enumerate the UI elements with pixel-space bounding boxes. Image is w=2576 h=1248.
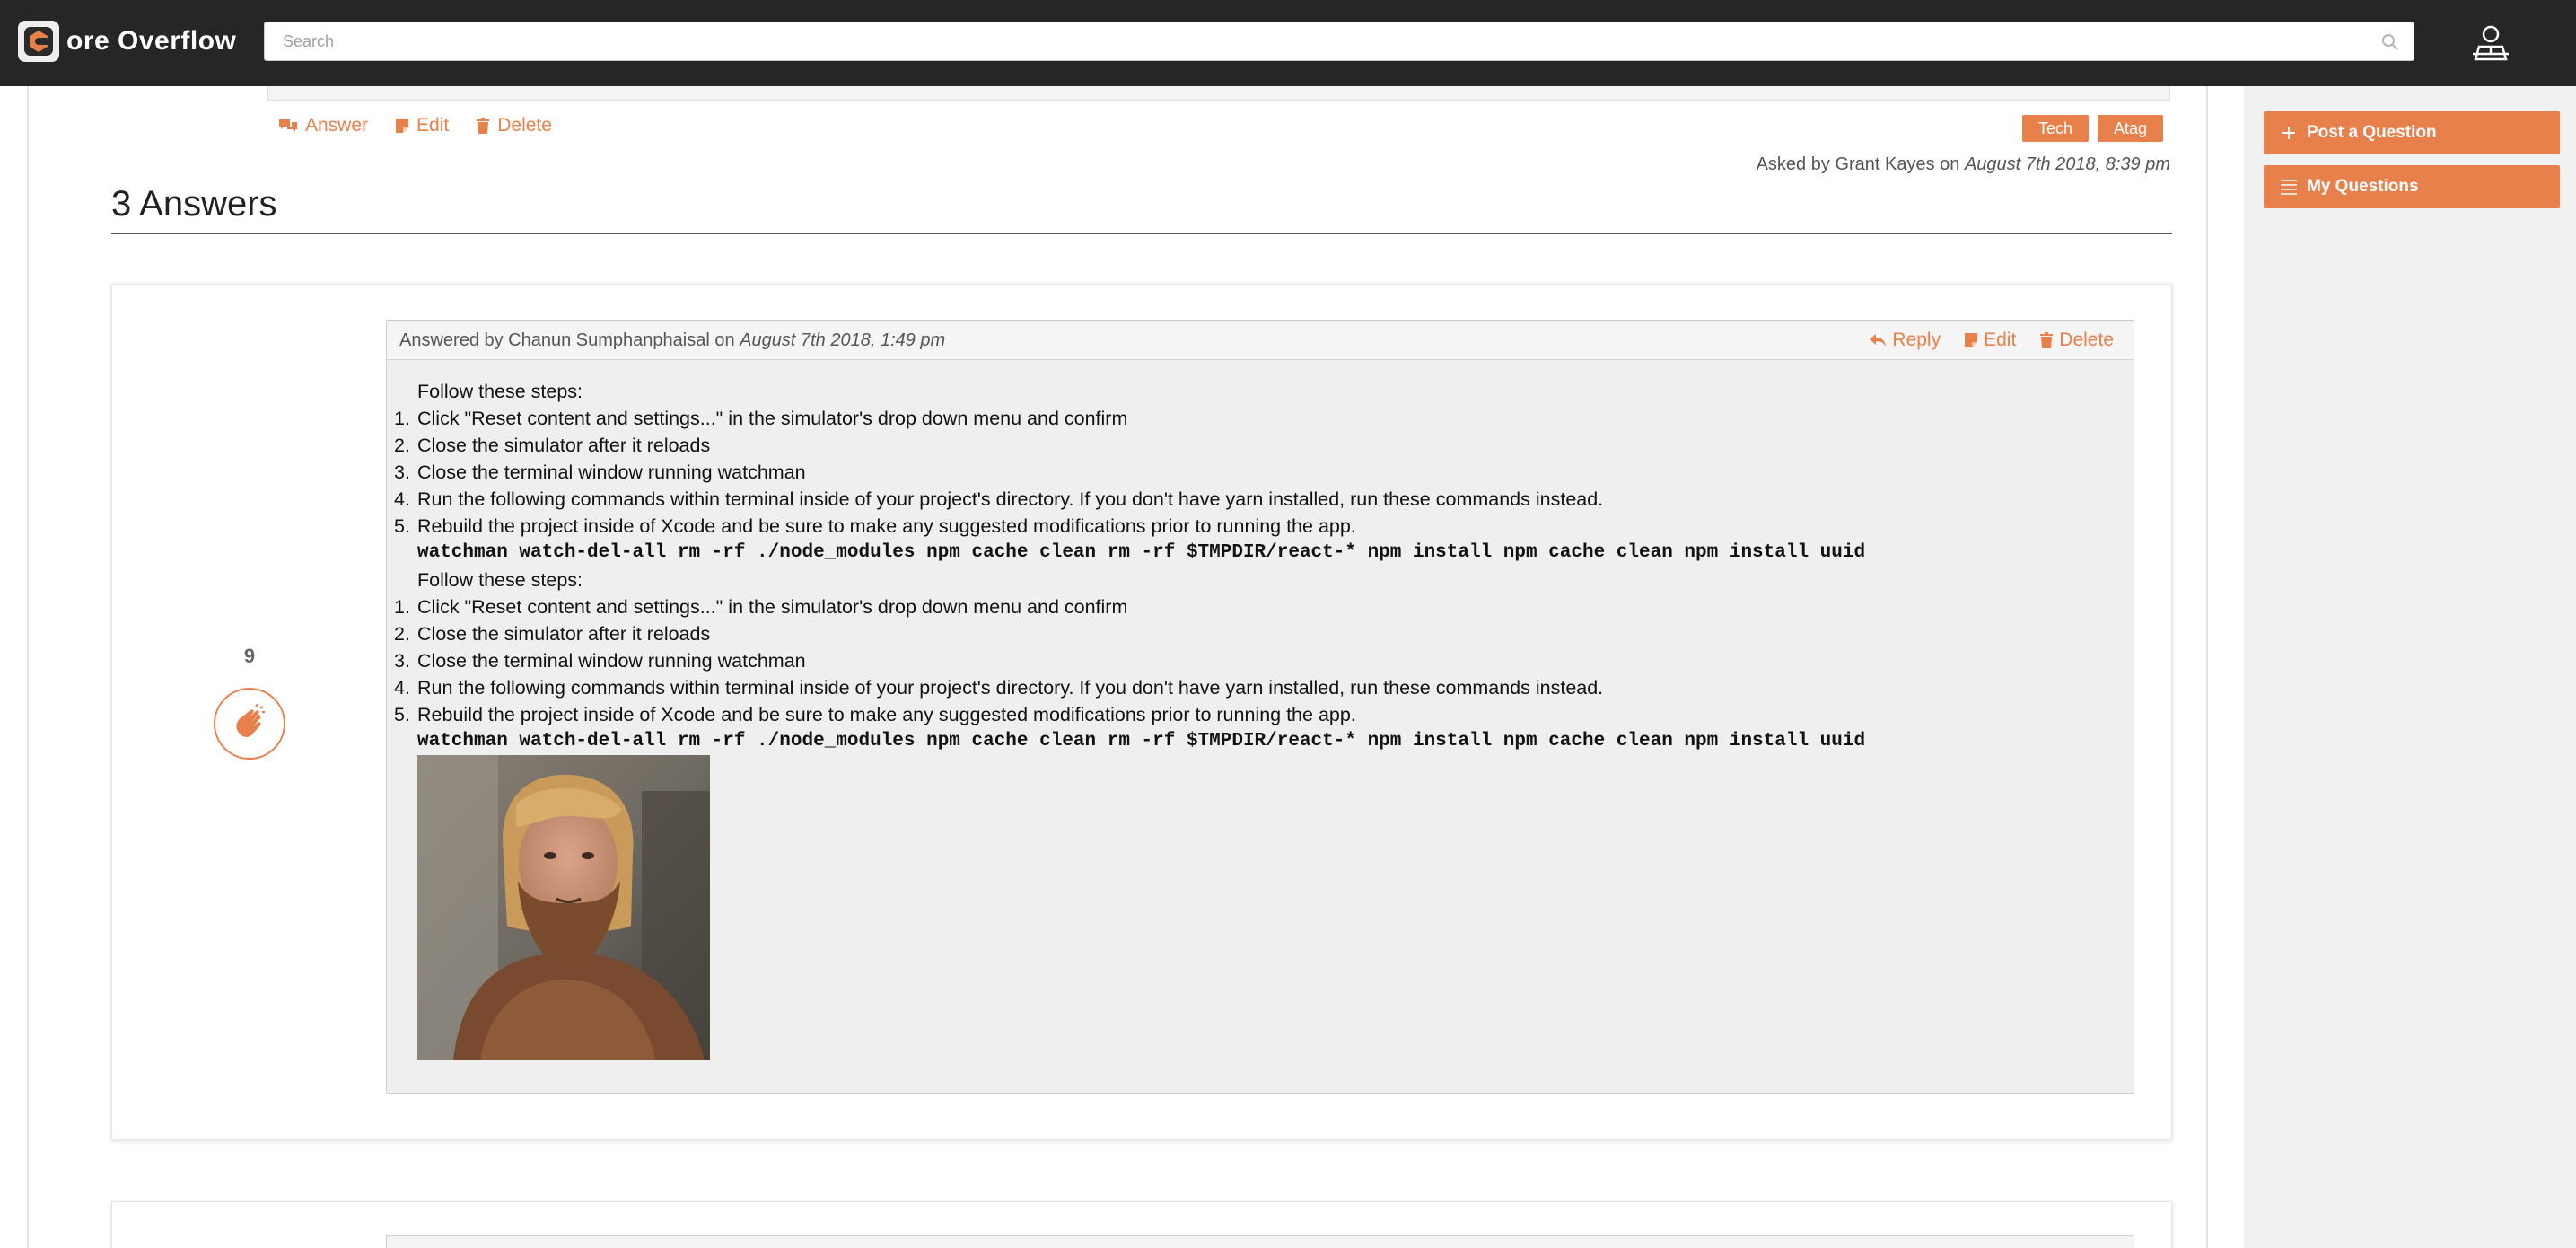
step-text: Close the simulator after it reloads [417, 623, 711, 645]
plus-icon [2271, 126, 2307, 140]
asked-by-label: Asked by Grant Kayes on [1756, 154, 1960, 174]
tag-atag[interactable]: Atag [2097, 115, 2163, 142]
step-text: Run the following commands within termin… [417, 488, 1604, 510]
clap-icon [236, 703, 265, 737]
step-number: 4. [394, 488, 410, 510]
top-navbar: ore Overflow [0, 0, 2576, 86]
answer-body: Follow these steps: 1. Click "Reset conte… [387, 378, 1865, 755]
answer-step: 4. Run the following commands within term… [387, 674, 1865, 701]
my-questions-button[interactable]: My Questions [2264, 165, 2560, 208]
brand-name: ore Overflow [66, 26, 237, 56]
answer-step: 1. Click "Reset content and settings..." … [387, 405, 1865, 432]
vote-count: 9 [243, 645, 256, 667]
my-questions-label: My Questions [2307, 177, 2419, 196]
delete-answer-label: Delete [2059, 330, 2114, 350]
post-question-button[interactable]: Post a Question [2264, 111, 2560, 154]
brand-link[interactable]: ore Overflow [18, 20, 236, 63]
answer-step: 3. Close the terminal window running watc… [387, 459, 1865, 486]
step-text: Close the terminal window running watchm… [417, 461, 806, 483]
right-sidebar: Post a Question My Questions [2244, 86, 2576, 1248]
step-text: Click "Reset content and settings..." in… [417, 596, 1128, 618]
step-text: Click "Reset content and settings..." in… [417, 408, 1128, 429]
post-question-label: Post a Question [2307, 123, 2437, 142]
search-bar [264, 22, 2414, 61]
list-icon [2271, 179, 2307, 195]
delete-question-button[interactable]: Delete [476, 115, 552, 136]
step-number: 2. [394, 623, 410, 645]
delete-answer-button[interactable]: Delete [2039, 330, 2114, 351]
edit-question-button[interactable]: Edit [395, 115, 449, 136]
edit-icon [396, 119, 409, 133]
step-text: Close the terminal window running watchm… [417, 650, 806, 672]
answer-content-box: Answered by Chanun Sumphanphaisal on Aug… [386, 320, 2134, 1094]
edit-icon [1965, 333, 1978, 347]
answer-step: 5. Rebuild the project inside of Xcode an… [387, 513, 1865, 540]
search-input[interactable] [265, 22, 2414, 60]
step-number: 1. [394, 596, 410, 618]
delete-question-label: Delete [497, 115, 552, 136]
answered-by-label: Answered by Chanun Sumphanphaisal on [399, 330, 735, 350]
user-account-icon[interactable] [2470, 23, 2511, 63]
question-card-bottom [267, 86, 2170, 101]
step-number: 3. [394, 650, 410, 672]
answer-image [417, 755, 710, 1060]
code-snippet: watchman watch-del-all rm -rf ./node_mod… [417, 731, 1866, 751]
answer-step: 1. Click "Reset content and settings..." … [387, 593, 1865, 620]
asked-date: August 7th 2018, 8:39 pm [1964, 154, 2170, 174]
question-tags: Tech Atag [2021, 115, 2163, 142]
comments-icon [279, 119, 297, 132]
step-text: Run the following commands within termin… [417, 677, 1604, 699]
answer-step: 5. Rebuild the project inside of Xcode an… [387, 701, 1865, 728]
answer-step: 2. Close the simulator after it reloads [387, 620, 1865, 647]
answered-date: August 7th 2018, 1:49 pm [740, 330, 946, 350]
asked-by-meta: Asked by Grant Kayes on August 7th 2018,… [1757, 154, 2170, 175]
edit-question-label: Edit [416, 115, 450, 136]
step-text: Rebuild the project inside of Xcode and … [417, 515, 1356, 537]
question-actions: Answer Edit Delete [278, 115, 552, 136]
answers-count-heading: 3 Answers [111, 184, 277, 224]
reply-label: Reply [1892, 330, 1941, 350]
answer-step: 3. Close the terminal window running watc… [387, 647, 1865, 674]
step-text: Rebuild the project inside of Xcode and … [417, 704, 1356, 725]
reply-button[interactable]: Reply [1869, 330, 1941, 351]
tag-tech[interactable]: Tech [2021, 115, 2089, 142]
step-text: Close the simulator after it reloads [417, 435, 711, 456]
step-number: 5. [394, 704, 410, 725]
step-number: 3. [394, 461, 410, 483]
trash-icon [2040, 332, 2054, 348]
answer-step: 4. Run the following commands within term… [387, 486, 1865, 513]
step-number: 4. [394, 677, 410, 699]
edit-answer-button[interactable]: Edit [1964, 330, 2016, 351]
trash-icon [477, 118, 490, 134]
brand-logo-icon [18, 21, 59, 62]
answer-intro: Follow these steps: [417, 569, 583, 591]
answered-by-meta: Answered by Chanun Sumphanphaisal on Aug… [399, 330, 945, 351]
answer-header: Answered by Chanun Sumphanphaisal on Aug… [387, 321, 2134, 360]
step-number: 2. [394, 435, 410, 456]
step-number: 5. [394, 515, 410, 537]
clap-vote-button[interactable] [214, 688, 285, 760]
answer-intro: Follow these steps: [417, 381, 583, 402]
answers-divider [111, 233, 2172, 234]
answer-content-box [386, 1235, 2134, 1248]
answer-actions: Reply Edit Delete [1869, 330, 2114, 351]
search-icon[interactable] [2381, 33, 2399, 51]
step-number: 1. [394, 408, 410, 429]
code-snippet: watchman watch-del-all rm -rf ./node_mod… [417, 542, 1866, 563]
edit-answer-label: Edit [1984, 330, 2017, 350]
answer-button-label: Answer [305, 115, 369, 136]
answer-step: 2. Close the simulator after it reloads [387, 432, 1865, 459]
reply-icon [1870, 334, 1887, 347]
answer-button[interactable]: Answer [278, 115, 368, 136]
